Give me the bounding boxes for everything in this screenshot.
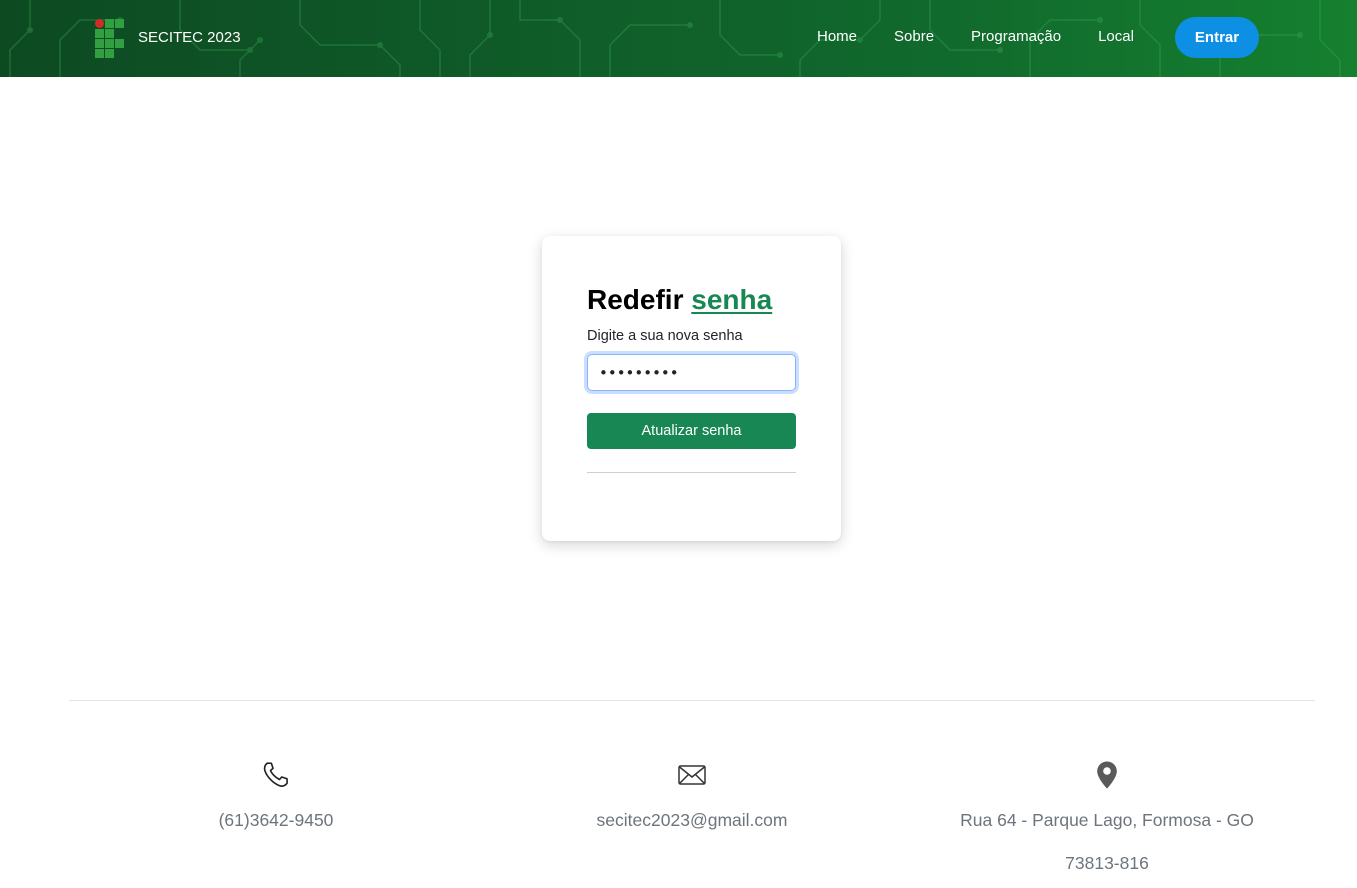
nav-links: Home Sobre Programação Local [817,28,1134,46]
password-label: Digite a sua nova senha [587,328,743,344]
logo-red-dot [95,18,104,28]
address-text: Rua 64 - Parque Lago, Formosa - GO [960,810,1254,830]
login-button[interactable]: Entrar [1175,17,1259,58]
email-address: secitec2023@gmail.com [596,810,788,830]
title-accent: senha [691,284,773,315]
new-password-input[interactable] [587,354,796,391]
footer-divider [69,700,1315,701]
update-password-button[interactable]: Atualizar senha [587,413,796,449]
envelope-icon [677,760,707,790]
brand-name: SECITEC 2023 [138,29,241,46]
map-pin-icon [1095,760,1119,790]
if-logo [95,18,125,58]
footer-phone: (61)3642-9450 [200,760,352,831]
phone-icon [261,760,291,790]
card-divider [587,472,796,473]
footer-email: secitec2023@gmail.com [566,760,818,831]
navbar: SECITEC 2023 Home Sobre Programação Loca… [0,0,1357,77]
page-title: Redefir senha [587,283,772,317]
nav-link-home[interactable]: Home [817,28,857,46]
title-prefix: Redefir [587,284,684,315]
address-cep: 73813-816 [1065,853,1149,873]
reset-password-card: Redefir senha Digite a sua nova senha At… [542,236,841,541]
phone-number: (61)3642-9450 [218,810,334,830]
brand[interactable]: SECITEC 2023 [95,18,241,58]
nav-link-local[interactable]: Local [1098,28,1134,46]
nav-link-sobre[interactable]: Sobre [894,28,934,46]
nav-link-programacao[interactable]: Programação [971,28,1061,46]
footer-address: Rua 64 - Parque Lago, Formosa - GO 73813… [938,760,1276,874]
